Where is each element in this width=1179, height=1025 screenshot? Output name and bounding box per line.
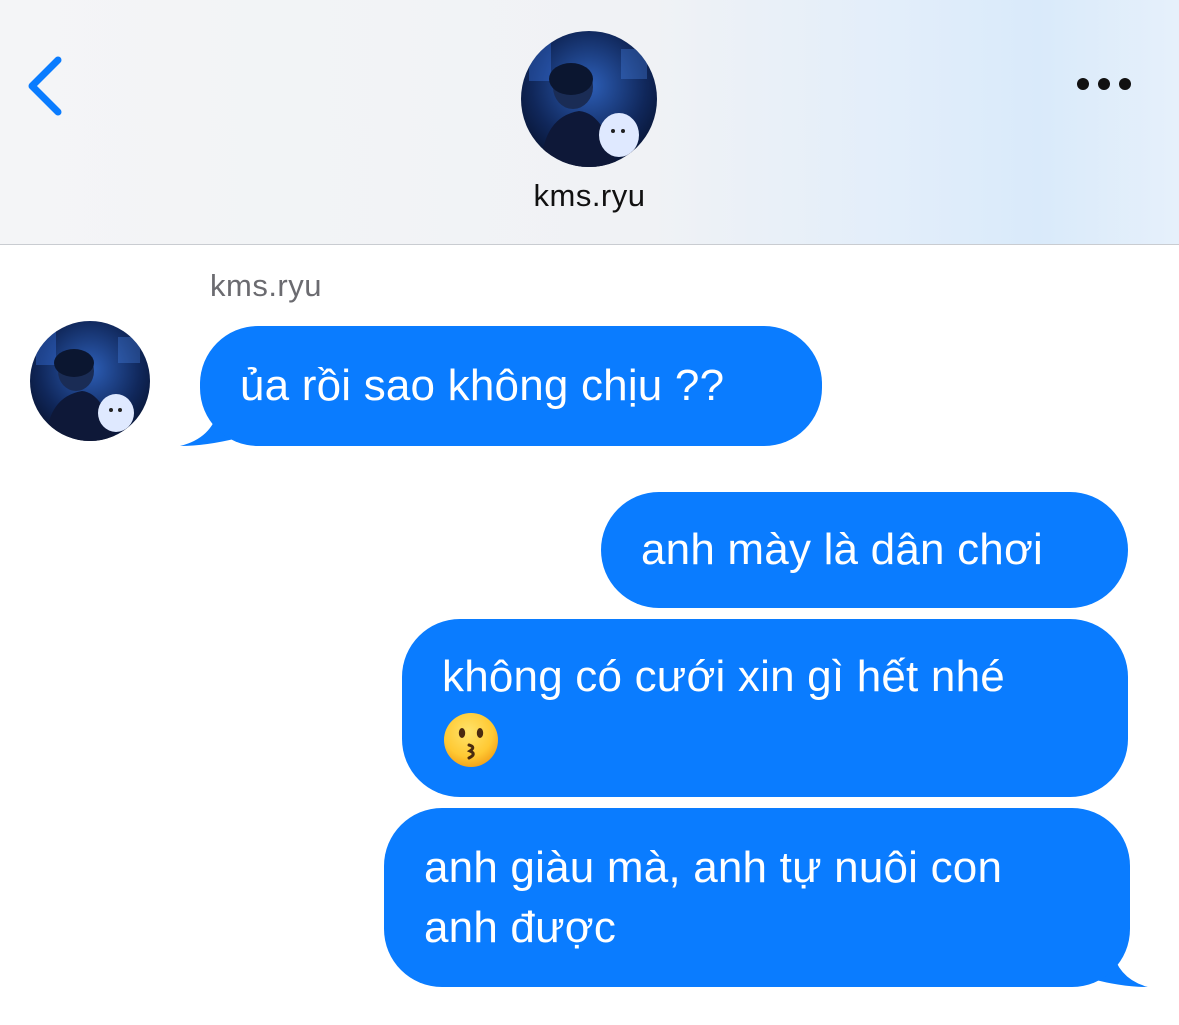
outgoing-message-bubble[interactable]: anh mày là dân chơi [601,492,1128,608]
contact-name[interactable]: kms.ryu [0,178,1179,214]
avatar-photo [521,31,657,167]
kissing-face-icon [444,713,498,768]
back-button[interactable] [18,48,78,120]
contact-avatar[interactable] [521,31,657,167]
outgoing-message-bubble[interactable]: anh giàu mà, anh tự nuôi con anh được [384,808,1130,987]
message-text: không có cưới xin gì hết nhé [442,652,1005,701]
chat-screen: kms.ryu kms.ryu ủa rồi sao không chịu ??… [0,0,1179,1025]
message-text-line: anh được [424,903,617,952]
message-text: ủa rồi sao không chịu ?? [240,361,725,410]
more-horizontal-icon [1077,78,1131,90]
sender-avatar[interactable] [30,321,150,441]
message-text-line: anh giàu mà, anh tự nuôi con [424,843,1003,892]
chat-header: kms.ryu [0,0,1179,245]
more-options-button[interactable] [1068,64,1140,104]
avatar-photo [30,321,150,441]
chevron-left-icon [28,56,62,116]
sender-label: kms.ryu [210,268,322,303]
incoming-message-bubble[interactable]: ủa rồi sao không chịu ?? [200,326,822,446]
message-text: anh mày là dân chơi [641,525,1043,574]
outgoing-message-bubble[interactable]: không có cưới xin gì hết nhé [402,619,1128,797]
